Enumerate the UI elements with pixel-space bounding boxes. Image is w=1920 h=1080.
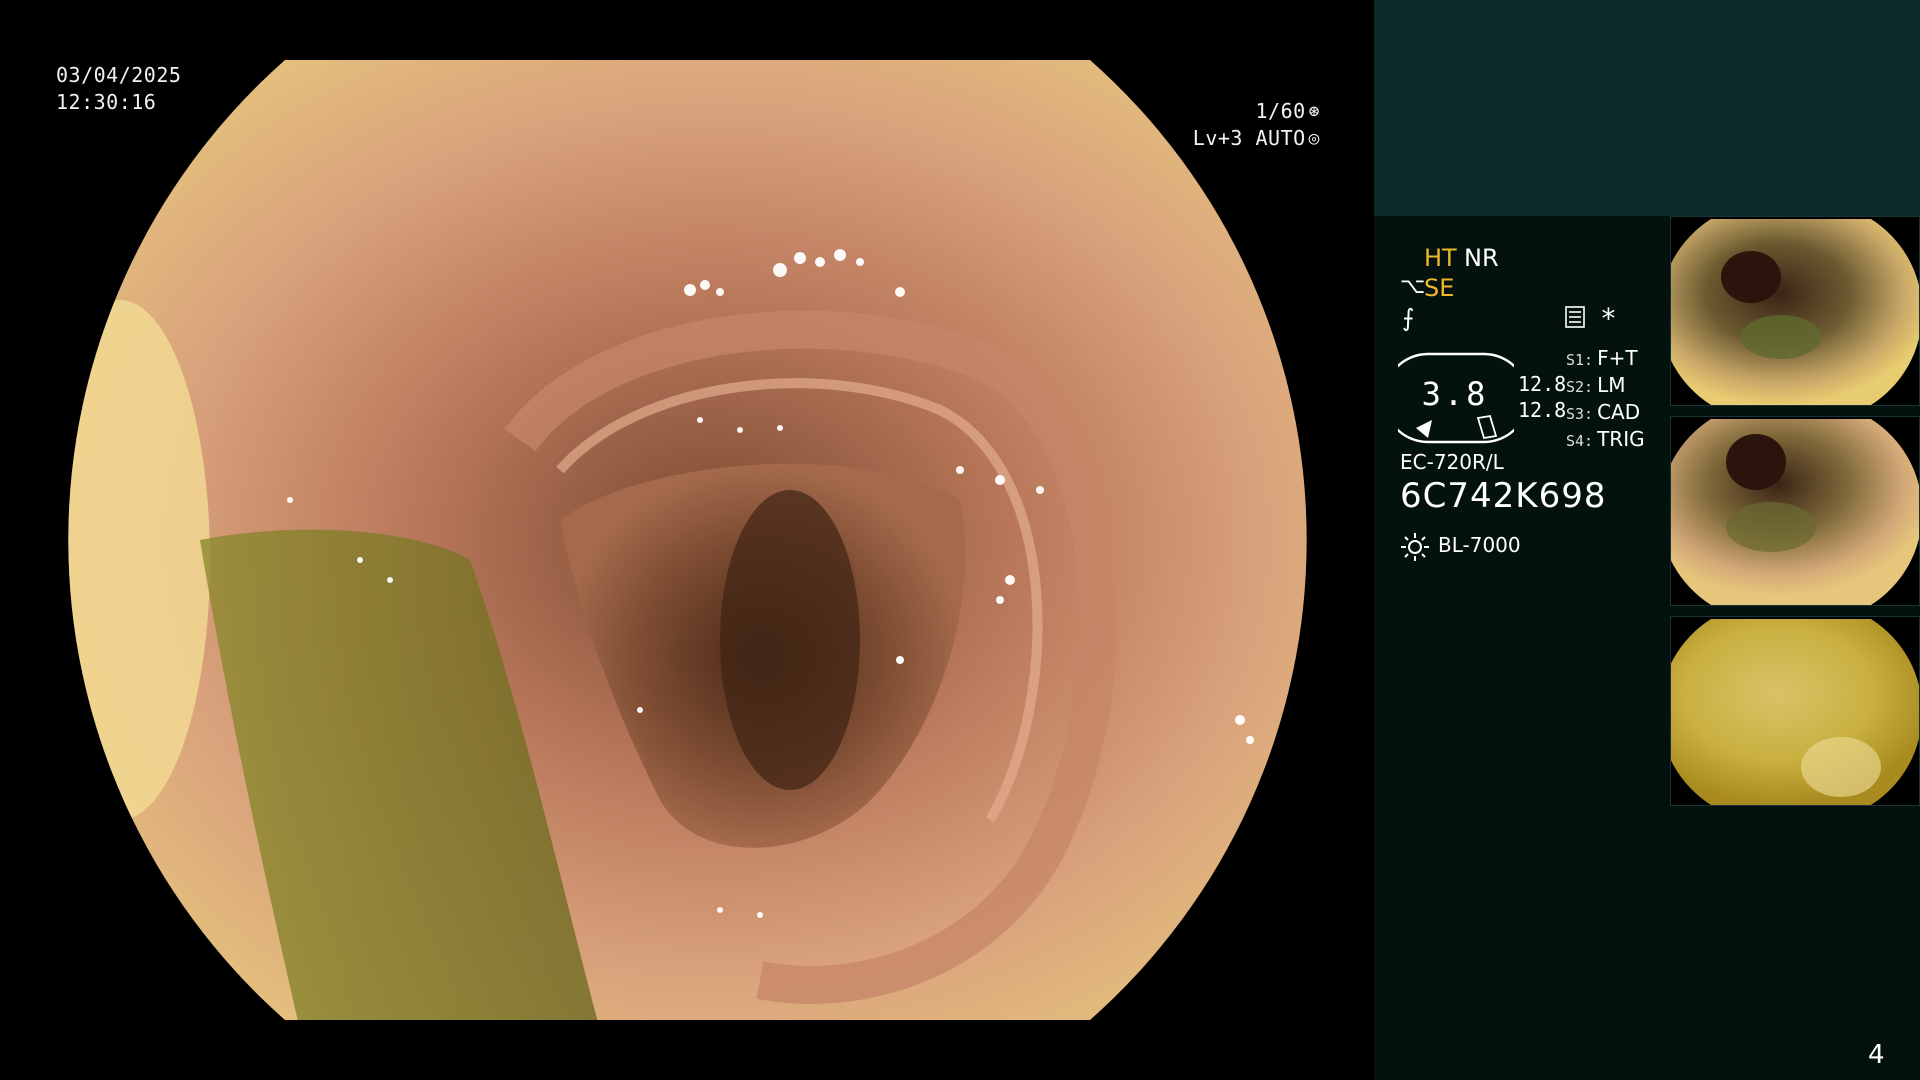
mode-ht: HT bbox=[1424, 244, 1457, 272]
shutter-icon: ⊛ bbox=[1308, 101, 1320, 122]
scope-serial: 6C742K698 bbox=[1400, 476, 1607, 516]
thumbnail-image bbox=[1671, 619, 1919, 805]
capture-thumbnail[interactable] bbox=[1670, 416, 1920, 606]
exposure-readout: 1/60 ⊛ Lv+3 AUTO ◎ bbox=[1080, 98, 1320, 152]
capture-thumbnail[interactable] bbox=[1670, 616, 1920, 806]
asterisk-indicator: * bbox=[1600, 302, 1617, 335]
exposure-row: Lv+3 AUTO ◎ bbox=[1080, 125, 1320, 152]
endoscopy-screen: 03/04/2025 12:30:16 1/60 ⊛ Lv+3 AUTO ◎ H… bbox=[0, 0, 1920, 1080]
gauge-sub-value-1: 12.8 bbox=[1518, 372, 1567, 396]
switch-row: S3: CAD bbox=[1566, 400, 1641, 424]
scope-model: EC-720R/L bbox=[1400, 450, 1504, 474]
switch-row: S2: LM bbox=[1566, 373, 1626, 397]
mode-se: SE bbox=[1424, 274, 1455, 302]
scope-switch-list: S1: F+T S2: LM S3: CAD S4: TRIG bbox=[1566, 346, 1645, 454]
iris-icon: ◎ bbox=[1308, 128, 1320, 149]
date-time-readout: 03/04/2025 12:30:16 bbox=[56, 62, 181, 116]
colon-lumen-image bbox=[68, 60, 1307, 1020]
time-text: 12:30:16 bbox=[56, 90, 157, 114]
freeze-icon: ⨍ bbox=[1402, 304, 1415, 332]
shutter-row: 1/60 ⊛ bbox=[1080, 98, 1320, 125]
switch-row: S1: F+T bbox=[1566, 346, 1638, 370]
gauge-sub-value-2: 12.8 bbox=[1518, 398, 1567, 422]
light-source-label: BL-7000 bbox=[1438, 533, 1521, 557]
side-panel-header bbox=[1374, 0, 1920, 216]
thumbnail-image bbox=[1671, 219, 1919, 405]
exposure-text: Lv+3 AUTO bbox=[1192, 126, 1306, 150]
gauge-value: 3.8 bbox=[1421, 375, 1489, 413]
endoscope-live-view: 03/04/2025 12:30:16 1/60 ⊛ Lv+3 AUTO ◎ bbox=[0, 0, 1374, 1080]
shutter-text: 1/60 bbox=[1255, 99, 1306, 123]
light-source-icon bbox=[1401, 533, 1429, 561]
page-number: 4 bbox=[1868, 1040, 1885, 1070]
menu-icon bbox=[1565, 306, 1585, 328]
thumbnail-image bbox=[1671, 419, 1919, 605]
date-text: 03/04/2025 bbox=[56, 63, 182, 87]
switch-row: S4: TRIG bbox=[1566, 427, 1645, 451]
capture-thumbnail[interactable] bbox=[1670, 216, 1920, 406]
mode-nr: NR bbox=[1464, 244, 1499, 272]
structure-enhance-icon: ⌥ bbox=[1400, 274, 1426, 299]
